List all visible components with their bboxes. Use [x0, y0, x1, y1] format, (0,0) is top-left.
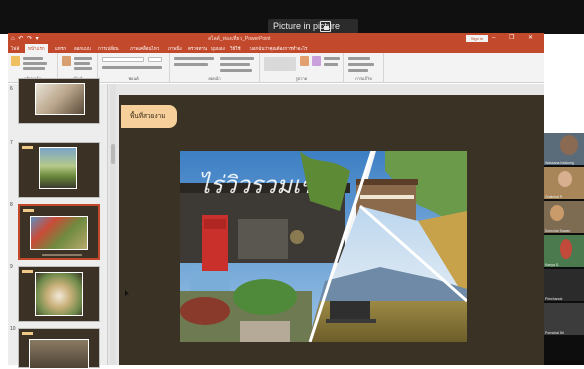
scrollbar-thumb[interactable] — [111, 144, 115, 164]
tab-help[interactable]: วิธีใช้ — [230, 45, 241, 52]
participant-video-panel: Wassana Intakong Chatchai P. Somchai Suw… — [544, 133, 584, 365]
participant-name: Chatchai P. — [545, 195, 563, 199]
slide-number: 6 — [10, 86, 13, 92]
new-slide-icon[interactable] — [62, 56, 71, 66]
tab-slideshow[interactable]: ภาพนิ่ง — [168, 45, 182, 52]
select-button[interactable] — [348, 69, 368, 72]
slide-thumbnail[interactable] — [18, 142, 100, 198]
shapes-gallery[interactable] — [264, 57, 296, 71]
ribbon-group-paragraph: ย่อหน้า — [170, 53, 260, 83]
tab-view[interactable]: มุมมอง — [211, 45, 225, 52]
paste-icon[interactable] — [11, 56, 20, 66]
participant-tile[interactable]: Pimchanok — [544, 269, 584, 301]
ribbon-group-editing: การแก้ไข — [344, 53, 384, 83]
ribbon-tabs: ไฟล์ หน้าแรก แทรก ออกแบบ การเปลี่ยน ภาพเ… — [8, 44, 544, 53]
slide-number: 10 — [10, 326, 16, 332]
participant-face — [560, 239, 572, 259]
picture-in-picture-button[interactable]: Picture in picture — [268, 19, 359, 34]
quick-styles-icon[interactable] — [312, 56, 321, 66]
ribbon-group-font: ฟอนต์ — [98, 53, 170, 83]
slide-thumbnail[interactable] — [18, 266, 100, 322]
collage-image: ไร่วิวรวมเขา — [180, 151, 467, 342]
font-size-box[interactable] — [148, 57, 162, 62]
tab-design[interactable]: ออกแบบ — [74, 45, 91, 52]
group-label-paragraph: ย่อหน้า — [208, 76, 221, 81]
participant-tile[interactable]: Chatchai P. — [544, 167, 584, 199]
slide-number: 7 — [10, 140, 13, 146]
participant-tile[interactable]: Wassana Intakong — [544, 133, 584, 165]
tab-transitions[interactable]: การเปลี่ยน — [98, 45, 119, 52]
slide-title-tag[interactable]: พื้นที่สวยงาม — [121, 105, 177, 128]
ribbon-group-drawing: รูปวาด — [260, 53, 344, 83]
sign-in-button[interactable]: Sign in — [466, 35, 488, 42]
replace-button[interactable] — [348, 63, 374, 66]
tab-insert[interactable]: แทรก — [55, 45, 66, 52]
group-label-editing: การแก้ไข — [355, 76, 372, 81]
picture-in-picture-icon[interactable] — [320, 21, 331, 32]
tab-review[interactable]: ตรวจทาน — [188, 45, 207, 52]
participant-name: Somchai Suwan — [545, 229, 571, 233]
participant-tile[interactable]: Kanya S. — [544, 235, 584, 267]
participant-tile[interactable]: Pornchai Sri — [544, 303, 584, 335]
window-controls[interactable]: – ❐ ✕ — [492, 34, 539, 41]
participant-name: Wassana Intakong — [545, 161, 574, 165]
meeting-top-bar: Picture in picture — [0, 0, 584, 34]
participant-face — [550, 205, 564, 221]
arrange-icon[interactable] — [300, 56, 309, 66]
group-label-drawing: รูปวาด — [295, 76, 308, 81]
tell-me-search[interactable]: บอกฉันว่าคุณต้องการทำอะไร — [250, 45, 307, 52]
participant-name: Pornchai Sri — [545, 331, 565, 335]
group-label-font: ฟอนต์ — [128, 76, 139, 81]
find-button[interactable] — [348, 57, 370, 60]
tab-file[interactable]: ไฟล์ — [11, 45, 19, 52]
participant-tile[interactable]: Somchai Suwan — [544, 201, 584, 233]
font-name-box[interactable] — [102, 57, 144, 62]
photo-collage[interactable]: ไร่วิวรวมเขา — [180, 151, 467, 342]
slide-canvas[interactable]: พื้นที่สวยงาม ไร่วิวรวมเขา — [119, 95, 544, 365]
participant-face — [560, 135, 578, 155]
slide-thumbnail[interactable] — [18, 78, 100, 124]
participant-face — [558, 171, 572, 187]
slide-thumbnail-pane: 6 7 8 9 10 — [8, 78, 108, 369]
slide-thumbnail-selected[interactable] — [18, 204, 100, 260]
powerpoint-window: ⌂ ↶ ↷ ▾ สไลด์_ท่องเที่ยว_PowerPoint Sign… — [8, 33, 544, 369]
document-title: สไลด์_ท่องเที่ยว_PowerPoint — [208, 36, 271, 42]
editor-area: 6 7 8 9 10 พื้นที่สวยงาม ไร่วิวรวมเขา — [8, 78, 544, 369]
tab-animations[interactable]: ภาพเคลื่อนไหว — [130, 45, 159, 52]
tab-home[interactable]: หน้าแรก — [25, 44, 48, 53]
slide-thumbnail[interactable] — [18, 328, 100, 369]
quick-access-toolbar[interactable]: ⌂ ↶ ↷ ▾ — [11, 35, 40, 42]
title-bar: ⌂ ↶ ↷ ▾ สไลด์_ท่องเที่ยว_PowerPoint Sign… — [8, 33, 544, 44]
participant-name: Kanya S. — [545, 263, 560, 267]
participant-name: Pimchanok — [545, 297, 563, 301]
screen-share-view: Picture in picture ⌂ ↶ ↷ ▾ สไลด์_ท่องเที… — [0, 0, 584, 369]
thumbnail-scrollbar[interactable] — [110, 84, 116, 365]
slide-number: 8 — [10, 202, 13, 208]
slide-number: 9 — [10, 264, 13, 270]
